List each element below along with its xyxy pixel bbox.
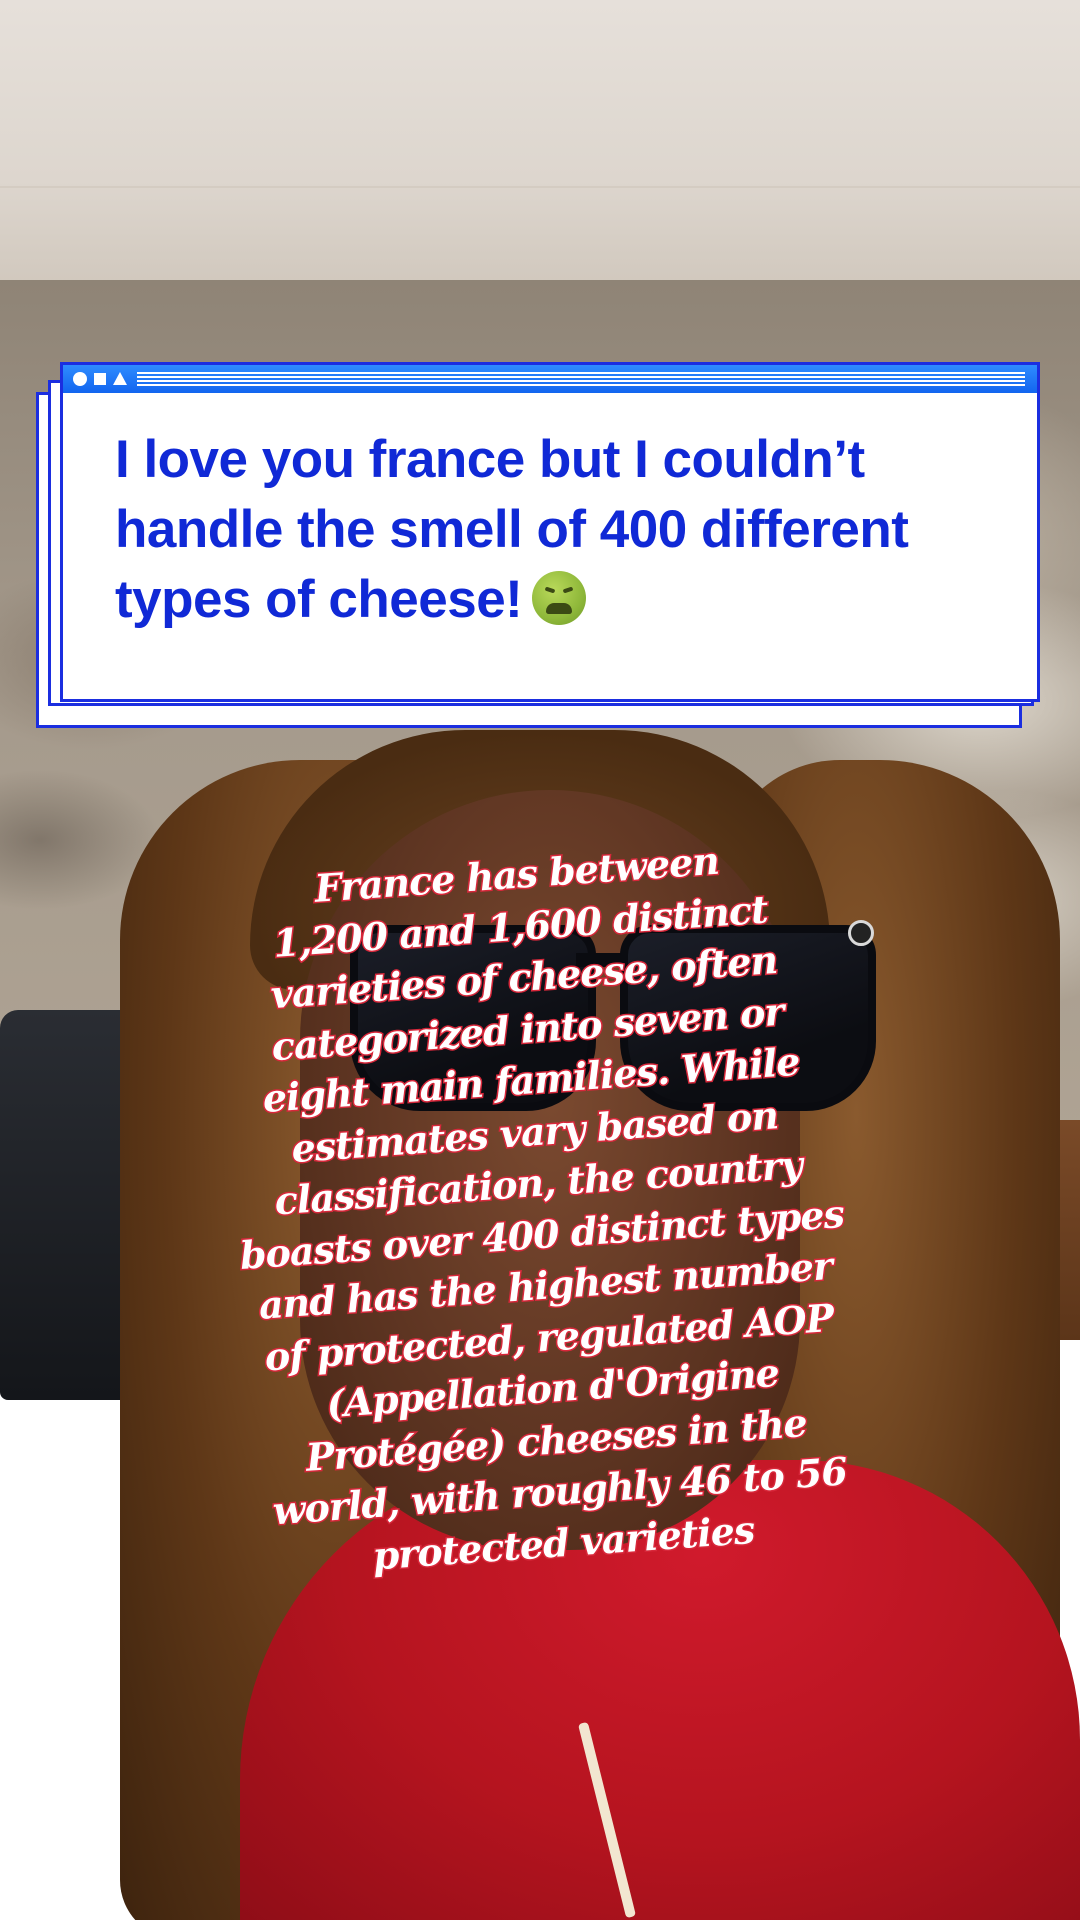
- window-title-bar: [63, 365, 1037, 393]
- triangle-icon: [113, 372, 127, 385]
- ceiling: [0, 0, 1080, 300]
- caption-text-block: I love you france but I couldn’t handle …: [115, 425, 997, 635]
- title-bar-stripes: [137, 372, 1025, 386]
- caption-window-card: I love you france but I couldn’t handle …: [36, 362, 1044, 728]
- square-icon: [94, 373, 106, 385]
- circle-icon: [73, 372, 87, 386]
- fact-overlay-text: France has between 1,200 and 1,600 disti…: [176, 825, 905, 1592]
- caption-text: I love you france but I couldn’t handle …: [115, 430, 909, 629]
- nauseated-face-icon: [532, 571, 587, 625]
- caption-window: I love you france but I couldn’t handle …: [60, 362, 1040, 702]
- ceiling-seam: [0, 186, 1080, 188]
